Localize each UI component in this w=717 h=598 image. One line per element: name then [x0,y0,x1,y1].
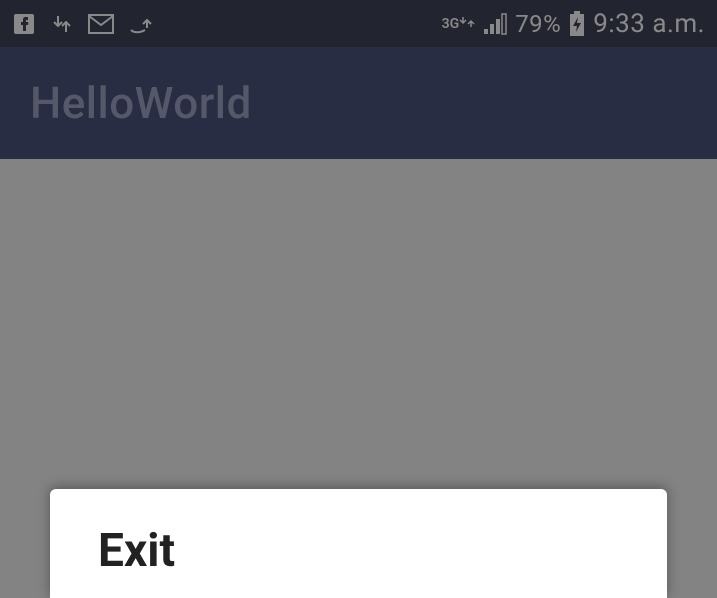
dialog-title: Exit [98,524,619,578]
exit-dialog: Exit [50,489,667,598]
screen-root: 3G 79% 9:33 a.m. HelloWorld Exit [0,0,717,598]
